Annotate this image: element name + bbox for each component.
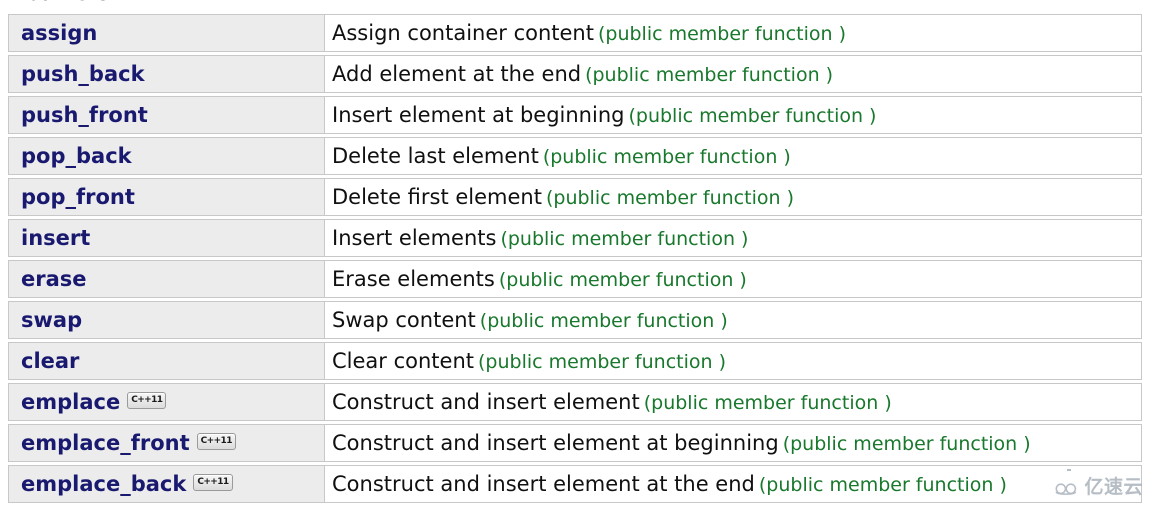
member-kind-text: (public member function ) — [479, 310, 728, 332]
member-description-cell: Clear content (public member function ) — [324, 342, 1142, 380]
member-kind-text: (public member function ) — [478, 351, 726, 373]
member-kind-text: (public member function ) — [758, 474, 1007, 496]
member-description-cell: Delete first element (public member funct… — [324, 178, 1142, 216]
member-description-cell: Construct and insert element at beginnin… — [324, 424, 1142, 462]
member-kind-text: (public member function ) — [585, 64, 834, 86]
member-description-text: Construct and insert element at beginnin… — [332, 431, 779, 455]
member-name-cell: emplace C++11 — [8, 383, 324, 421]
member-name-cell: swap — [8, 301, 324, 339]
table-row: emplace_back C++11 Construct and insert el… — [8, 465, 1142, 503]
table-row: pop_front Delete first element (public mem… — [8, 178, 1142, 216]
member-kind-text: (public member function ) — [500, 228, 749, 250]
member-description-text: Assign container content — [332, 21, 594, 45]
table-row: insert Insert elements (public member func… — [8, 219, 1142, 257]
member-description-text: Construct and insert element at the end — [332, 472, 755, 496]
member-description-cell: Erase elements (public member function ) — [324, 260, 1142, 298]
member-link-emplace_front[interactable]: emplace_front — [21, 431, 190, 455]
member-description-text: Add element at the end — [332, 62, 582, 86]
member-kind-text: (public member function ) — [498, 269, 747, 291]
member-name-cell: emplace_front C++11 — [8, 424, 324, 462]
member-description-text: Clear content — [332, 349, 474, 373]
member-name-cell: pop_front — [8, 178, 324, 216]
table-row: swap Swap content (public member function … — [8, 301, 1142, 339]
member-name-cell: emplace_back C++11 — [8, 465, 324, 503]
member-function-table-body: assign Assign container content (public me… — [8, 14, 1142, 503]
member-kind-text: (public member function ) — [628, 105, 877, 127]
member-kind-text: (public member function ) — [782, 433, 1031, 455]
member-kind-text: (public member function ) — [643, 392, 892, 414]
member-description-text: Construct and insert element — [332, 390, 640, 414]
table-row: pop_back Delete last element (public membe… — [8, 137, 1142, 175]
cpp-standard-badge: C++11 — [127, 392, 167, 409]
member-kind-text: (public member function ) — [545, 187, 794, 209]
member-kind-text: (public member function ) — [597, 23, 846, 45]
member-description-cell: Add element at the end (public member fun… — [324, 55, 1142, 93]
table-row: push_back Add element at the end (public m… — [8, 55, 1142, 93]
member-link-swap[interactable]: swap — [21, 308, 82, 332]
member-description-cell: Assign container content (public member f… — [324, 14, 1142, 52]
table-row: assign Assign container content (public me… — [8, 14, 1142, 52]
cpp-standard-badge: C++11 — [196, 433, 236, 450]
member-kind-text: (public member function ) — [542, 146, 791, 168]
table-row: erase Erase elements (public member functi… — [8, 260, 1142, 298]
member-name-cell: pop_back — [8, 137, 324, 175]
member-link-insert[interactable]: insert — [21, 226, 90, 250]
table-row: push_front Insert element at beginning (pu… — [8, 96, 1142, 134]
member-link-pop_front[interactable]: pop_front — [21, 185, 135, 209]
member-link-emplace[interactable]: emplace — [21, 390, 120, 414]
member-description-text: Delete last element — [332, 144, 539, 168]
member-name-cell: push_front — [8, 96, 324, 134]
member-function-table: assign Assign container content (public me… — [8, 11, 1142, 506]
cpp-standard-badge: C++11 — [193, 474, 233, 491]
member-description-text: Erase elements — [332, 267, 495, 291]
table-row: clear Clear content (public member functio… — [8, 342, 1142, 380]
member-description-cell: Delete last element (public member functi… — [324, 137, 1142, 175]
table-row: emplace C++11 Construct and insert element… — [8, 383, 1142, 421]
member-description-text: Insert element at beginning — [332, 103, 625, 127]
member-name-cell: clear — [8, 342, 324, 380]
member-link-clear[interactable]: clear — [21, 349, 79, 373]
member-description-cell: Swap content (public member function ) — [324, 301, 1142, 339]
member-link-pop_back[interactable]: pop_back — [21, 144, 132, 168]
member-link-push_back[interactable]: push_back — [21, 62, 145, 86]
member-link-assign[interactable]: assign — [21, 21, 97, 45]
member-description-text: Insert elements — [332, 226, 497, 250]
member-name-cell: assign — [8, 14, 324, 52]
member-link-erase[interactable]: erase — [21, 267, 87, 291]
member-description-text: Delete first element — [332, 185, 542, 209]
member-description-text: Swap content — [332, 308, 476, 332]
member-description-cell: Construct and insert element (public memb… — [324, 383, 1142, 421]
member-name-cell: insert — [8, 219, 324, 257]
member-description-cell: Construct and insert element at the end(… — [324, 465, 1142, 503]
member-description-cell: Insert elements (public member function ) — [324, 219, 1142, 257]
watermark-tick-mark — [1067, 469, 1071, 471]
member-name-cell: push_back — [8, 55, 324, 93]
table-row: emplace_front C++11 Construct and insert e… — [8, 424, 1142, 462]
member-link-emplace_back[interactable]: emplace_back — [21, 472, 186, 496]
page-section-heading: Modifiers: — [8, 0, 117, 5]
member-description-cell: Insert element at beginning (public membe… — [324, 96, 1142, 134]
member-name-cell: erase — [8, 260, 324, 298]
member-link-push_front[interactable]: push_front — [21, 103, 148, 127]
